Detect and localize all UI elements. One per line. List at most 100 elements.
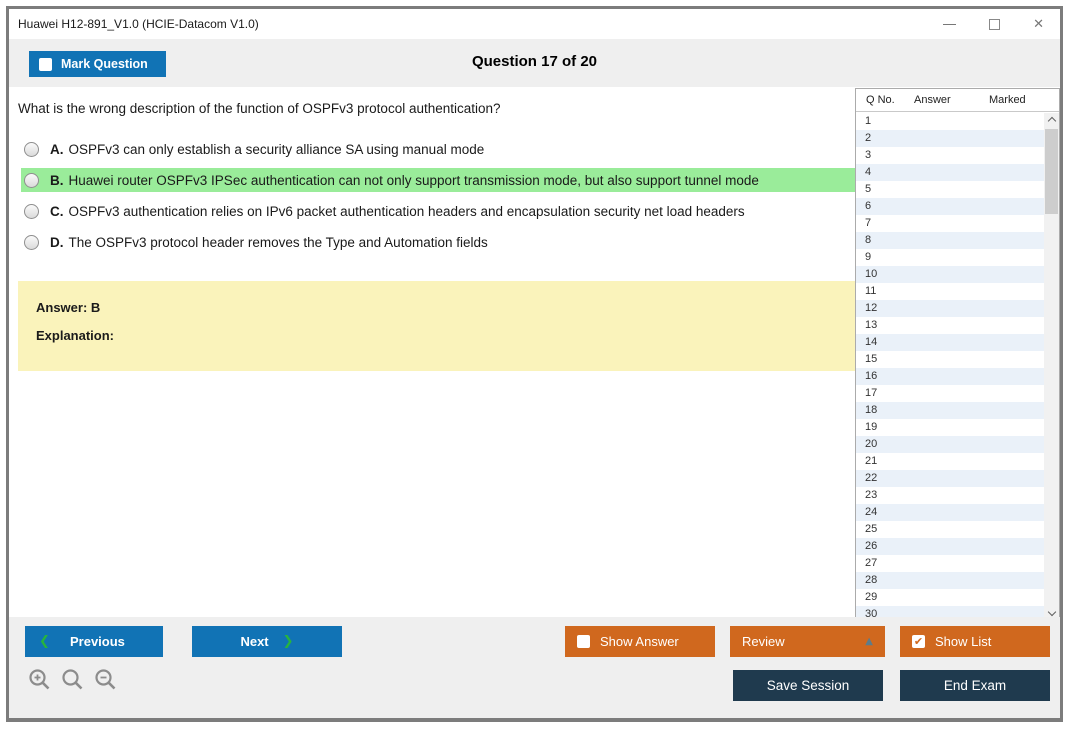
- question-number: 19: [865, 421, 878, 433]
- question-list-row[interactable]: 13: [856, 317, 1044, 334]
- next-button[interactable]: Next ❯: [192, 626, 342, 657]
- question-list-row[interactable]: 12: [856, 300, 1044, 317]
- chevron-left-icon: ❮: [39, 634, 50, 649]
- question-number: 24: [865, 506, 878, 518]
- question-number: 28: [865, 574, 878, 586]
- titlebar: Huawei H12-891_V1.0 (HCIE-Datacom V1.0) …: [9, 9, 1060, 39]
- question-list-scrollbar[interactable]: [1044, 113, 1059, 621]
- question-list-row[interactable]: 8: [856, 232, 1044, 249]
- column-header-qno: Q No.: [866, 94, 895, 106]
- option-letter: B.: [50, 172, 64, 188]
- question-list-row[interactable]: 19: [856, 419, 1044, 436]
- question-number: 26: [865, 540, 878, 552]
- question-list-row[interactable]: 23: [856, 487, 1044, 504]
- scroll-up-icon[interactable]: [1044, 113, 1059, 128]
- close-icon[interactable]: ✕: [1033, 18, 1044, 31]
- question-list-row[interactable]: 10: [856, 266, 1044, 283]
- question-list-row[interactable]: 27: [856, 555, 1044, 572]
- footer-bar: ❮ Previous Next ❯ Show Answer Review ▲ ✔…: [9, 617, 1060, 718]
- option-radio[interactable]: [24, 141, 39, 157]
- question-list-row[interactable]: 3: [856, 147, 1044, 164]
- question-number: 3: [865, 149, 872, 161]
- question-number: 10: [865, 268, 878, 280]
- question-list-row[interactable]: 21: [856, 453, 1044, 470]
- option-row[interactable]: A. OSPFv3 can only establish a security a…: [21, 137, 859, 161]
- question-number: 1: [865, 115, 872, 127]
- option-row[interactable]: C. OSPFv3 authentication relies on IPv6 p…: [21, 199, 859, 223]
- option-letter: D.: [50, 234, 64, 250]
- question-list-row[interactable]: 17: [856, 385, 1044, 402]
- question-list-row[interactable]: 16: [856, 368, 1044, 385]
- question-number: 2: [865, 132, 872, 144]
- question-number: 7: [865, 217, 872, 229]
- window-controls: ✕: [943, 9, 1044, 39]
- question-number: 5: [865, 183, 872, 195]
- question-list-row[interactable]: 14: [856, 334, 1044, 351]
- zoom-reset-icon[interactable]: [61, 668, 85, 692]
- option-radio[interactable]: [24, 234, 39, 250]
- show-answer-button[interactable]: Show Answer: [565, 626, 715, 657]
- option-row[interactable]: D. The OSPFv3 protocol header removes the…: [21, 230, 859, 254]
- question-number: 13: [865, 319, 878, 331]
- save-session-label: Save Session: [766, 678, 850, 693]
- maximize-icon[interactable]: [989, 18, 1001, 30]
- check-icon: ✔: [913, 635, 924, 648]
- question-number: 16: [865, 370, 878, 382]
- show-list-checkbox[interactable]: ✔: [912, 635, 925, 648]
- save-session-button[interactable]: Save Session: [733, 670, 883, 701]
- question-list-row[interactable]: 28: [856, 572, 1044, 589]
- review-label: Review: [742, 634, 785, 649]
- option-radio[interactable]: [24, 172, 39, 188]
- previous-button[interactable]: ❮ Previous: [25, 626, 163, 657]
- caret-up-icon: ▲: [865, 636, 873, 647]
- question-number: 21: [865, 455, 878, 467]
- question-list-row[interactable]: 11: [856, 283, 1044, 300]
- question-number: 9: [865, 251, 872, 263]
- review-button[interactable]: Review ▲: [730, 626, 885, 657]
- question-list-row[interactable]: 25: [856, 521, 1044, 538]
- zoom-out-icon[interactable]: [94, 668, 118, 692]
- option-row[interactable]: B. Huawei router OSPFv3 IPSec authenticat…: [21, 168, 859, 192]
- option-text: The OSPFv3 protocol header removes the T…: [68, 234, 488, 250]
- question-number: 17: [865, 387, 878, 399]
- scrollbar-thumb[interactable]: [1045, 129, 1058, 214]
- end-exam-button[interactable]: End Exam: [900, 670, 1050, 701]
- minimize-icon[interactable]: [943, 23, 957, 25]
- show-list-button[interactable]: ✔ Show List: [900, 626, 1050, 657]
- question-list-row[interactable]: 29: [856, 589, 1044, 606]
- window-title: Huawei H12-891_V1.0 (HCIE-Datacom V1.0): [18, 17, 259, 31]
- explanation-label: Explanation:: [36, 328, 115, 343]
- exam-player-window: Huawei H12-891_V1.0 (HCIE-Datacom V1.0) …: [6, 6, 1063, 722]
- show-answer-checkbox[interactable]: [577, 635, 590, 648]
- show-list-label: Show List: [935, 634, 992, 649]
- answer-box: Answer: B Explanation:: [18, 281, 859, 371]
- answer-label: Answer: B: [36, 300, 101, 315]
- zoom-in-icon[interactable]: [28, 668, 52, 692]
- question-list-row[interactable]: 9: [856, 249, 1044, 266]
- question-number: 23: [865, 489, 878, 501]
- question-list-row[interactable]: 2: [856, 130, 1044, 147]
- question-list-row[interactable]: 7: [856, 215, 1044, 232]
- question-list-row[interactable]: 5: [856, 181, 1044, 198]
- question-list-row[interactable]: 4: [856, 164, 1044, 181]
- question-list-row[interactable]: 6: [856, 198, 1044, 215]
- question-number: 4: [865, 166, 872, 178]
- question-list-row[interactable]: 15: [856, 351, 1044, 368]
- question-list-row[interactable]: 22: [856, 470, 1044, 487]
- options-list: A. OSPFv3 can only establish a security a…: [21, 137, 859, 261]
- question-list-row[interactable]: 24: [856, 504, 1044, 521]
- header-bar: Mark Question Question 17 of 20: [9, 39, 1060, 87]
- question-list-body: 1 2 3 4 5 6 7 8 9 10 11 12 13 14 15 16 17 18 19 20 21 22 23 24 2…: [856, 113, 1059, 621]
- option-radio[interactable]: [24, 203, 39, 219]
- question-list-row[interactable]: 18: [856, 402, 1044, 419]
- question-list-row[interactable]: 20: [856, 436, 1044, 453]
- option-letter: A.: [50, 141, 64, 157]
- option-letter: C.: [50, 203, 64, 219]
- question-number: 12: [865, 302, 878, 314]
- option-text: Huawei router OSPFv3 IPSec authenticatio…: [68, 172, 759, 188]
- question-number: 8: [865, 234, 872, 246]
- question-list-row[interactable]: 1: [856, 113, 1044, 130]
- question-list-row[interactable]: 26: [856, 538, 1044, 555]
- show-answer-label: Show Answer: [600, 634, 679, 649]
- end-exam-label: End Exam: [943, 678, 1007, 693]
